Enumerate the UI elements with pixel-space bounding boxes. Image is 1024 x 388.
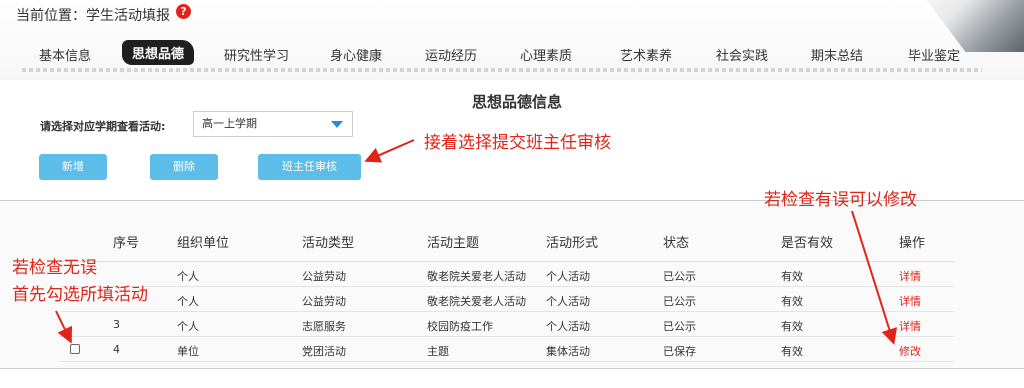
header-action: 操作 [899, 236, 926, 251]
teacher-review-button[interactable]: 班主任审核 [258, 154, 361, 180]
detail-link[interactable]: 详情 [899, 293, 921, 309]
cell-org: 个人 [177, 295, 199, 308]
header-org: 组织单位 [177, 236, 230, 251]
cell-form: 集体活动 [546, 345, 590, 358]
edit-link[interactable]: 修改 [899, 343, 921, 359]
cell-type: 公益劳动 [302, 270, 346, 283]
cell-status: 已公示 [663, 320, 696, 333]
table-row: 3 个人 志愿服务 校园防疫工作 个人活动 已公示 有效 详情 [60, 312, 954, 337]
detail-link[interactable]: 详情 [899, 318, 921, 334]
cell-valid: 有效 [781, 345, 803, 358]
cell-form: 个人活动 [546, 270, 590, 283]
term-label: 请选择对应学期查看活动: [40, 120, 166, 133]
annotation-check-line2: 首先勾选所填活动 [12, 285, 148, 305]
annotation-submit-review: 接着选择提交班主任审核 [424, 133, 611, 153]
cell-no: 3 [113, 318, 120, 331]
tab-physical-health[interactable]: 身心健康 [330, 45, 382, 64]
caret-down-icon [331, 121, 343, 128]
tab-basic-info[interactable]: 基本信息 [39, 45, 91, 64]
cell-topic: 敬老院关爱老人活动 [427, 295, 526, 308]
tab-underline [22, 68, 982, 72]
tab-psychology[interactable]: 心理素质 [520, 45, 572, 64]
cell-status: 已公示 [663, 295, 696, 308]
term-select[interactable]: 高一上学期 [193, 111, 353, 137]
annotation-check-line1: 若检查无误 [12, 258, 97, 278]
delete-button[interactable]: 删除 [150, 154, 218, 180]
tab-term-summary[interactable]: 期末总结 [811, 45, 863, 64]
table-row: 个人 公益劳动 敬老院关爱老人活动 个人活动 已公示 有效 详情 [60, 262, 954, 287]
divider [0, 368, 1024, 369]
tab-moral-character[interactable]: 思想品德 [122, 40, 195, 65]
cell-valid: 有效 [781, 295, 803, 308]
annotation-edit: 若检查有误可以修改 [764, 190, 917, 210]
tab-social-practice[interactable]: 社会实践 [716, 45, 768, 64]
table-row: 个人 公益劳动 敬老院关爱老人活动 个人活动 已公示 有效 详情 [60, 287, 954, 312]
table-row: 4 单位 党团活动 主题 集体活动 已保存 有效 修改 [60, 337, 954, 362]
tab-art[interactable]: 艺术素养 [620, 45, 672, 64]
cell-status: 已保存 [663, 345, 696, 358]
help-icon[interactable]: ? [176, 4, 191, 19]
tab-graduation[interactable]: 毕业鉴定 [908, 45, 960, 64]
row-checkbox[interactable] [70, 344, 80, 354]
header-form: 活动形式 [546, 236, 599, 251]
cell-valid: 有效 [781, 270, 803, 283]
cell-topic: 主题 [427, 345, 449, 358]
cell-type: 志愿服务 [302, 320, 346, 333]
cell-type: 党团活动 [302, 345, 346, 358]
cell-org: 单位 [177, 345, 199, 358]
term-selected-value: 高一上学期 [202, 117, 257, 130]
cell-topic: 校园防疫工作 [427, 320, 493, 333]
arrow-to-review-icon [364, 139, 415, 163]
cell-org: 个人 [177, 320, 199, 333]
header-status: 状态 [663, 236, 690, 251]
annotation-check: 若检查无误 首先勾选所填活动 [12, 255, 148, 309]
header-no: 序号 [113, 236, 140, 251]
cell-status: 已公示 [663, 270, 696, 283]
detail-link[interactable]: 详情 [899, 268, 921, 284]
cell-type: 公益劳动 [302, 295, 346, 308]
add-button[interactable]: 新增 [39, 154, 107, 180]
header-topic: 活动主题 [427, 236, 480, 251]
cell-form: 个人活动 [546, 320, 590, 333]
header-type: 活动类型 [302, 236, 355, 251]
header-valid: 是否有效 [781, 236, 834, 251]
tab-sports[interactable]: 运动经历 [425, 45, 477, 64]
cell-org: 个人 [177, 270, 199, 283]
cell-valid: 有效 [781, 320, 803, 333]
section-title: 思想品德信息 [471, 93, 562, 111]
breadcrumb: 当前位置：学生活动填报 [16, 8, 170, 24]
cell-no: 4 [113, 343, 120, 356]
cell-form: 个人活动 [546, 295, 590, 308]
tab-research-study[interactable]: 研究性学习 [224, 45, 289, 64]
cell-topic: 敬老院关爱老人活动 [427, 270, 526, 283]
